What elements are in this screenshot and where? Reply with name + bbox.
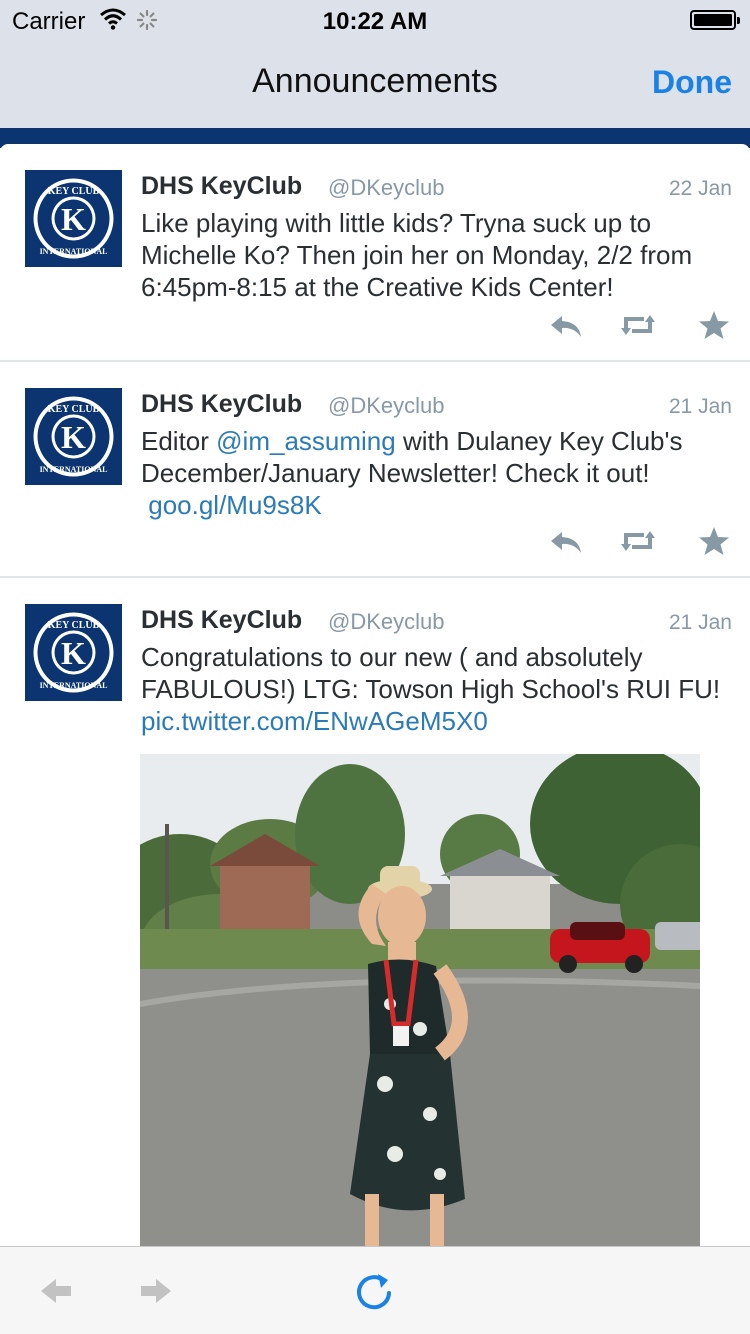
mention-link[interactable]: @im_assuming (216, 426, 396, 456)
reply-icon[interactable] (548, 310, 584, 340)
photo-link[interactable]: pic.twitter.com/ENwAGeM5X0 (141, 706, 488, 736)
retweet-icon[interactable] (620, 526, 656, 556)
svg-text:K: K (61, 201, 86, 237)
tweet-date: 21 Jan (668, 395, 732, 418)
svg-text:K: K (61, 419, 86, 455)
tweet-author-name[interactable]: DHS KeyClub (141, 172, 302, 201)
svg-text:INTERNATIONAL: INTERNATIONAL (40, 247, 108, 256)
forward-arrow-icon[interactable] (136, 1271, 176, 1311)
svg-text:INTERNATIONAL: INTERNATIONAL (40, 465, 108, 474)
tweet-actions (548, 526, 733, 556)
star-icon[interactable] (696, 310, 732, 340)
svg-text:K: K (61, 635, 86, 671)
avatar[interactable]: K KEY CLUB INTERNATIONAL (25, 604, 122, 701)
tweet-author-name[interactable]: DHS KeyClub (141, 606, 302, 635)
tweet-actions (548, 310, 733, 340)
tweet-timeline[interactable]: K KEY CLUB INTERNATIONAL DHS KeyClub @DK… (0, 144, 750, 1246)
battery-icon (690, 10, 740, 30)
done-button[interactable]: Done (652, 64, 732, 101)
tweet-author-handle: @DKeyclub (328, 609, 445, 634)
tweet-date: 21 Jan (668, 611, 732, 634)
reply-icon[interactable] (548, 526, 584, 556)
reload-icon[interactable] (354, 1271, 394, 1311)
tweet-author-name[interactable]: DHS KeyClub (141, 390, 302, 419)
tweet-text: Congratulations to our new ( and absolut… (141, 641, 731, 737)
tweet-photo[interactable] (140, 754, 700, 1246)
tweet-author-handle: @DKeyclub (328, 393, 445, 418)
tweet-text: Like playing with little kids? Tryna suc… (141, 208, 693, 302)
tweet-text: Editor @im_assuming with Dulaney Key Clu… (141, 425, 731, 521)
tweet-item[interactable]: K KEY CLUB INTERNATIONAL DHS KeyClub @DK… (0, 362, 750, 578)
svg-text:INTERNATIONAL: INTERNATIONAL (40, 681, 108, 690)
clock: 10:22 AM (322, 8, 428, 35)
tweet-text-part: Congratulations to our new ( and absolut… (141, 642, 721, 704)
star-icon[interactable] (696, 526, 732, 556)
tweet-text-part: Editor (141, 426, 217, 456)
retweet-icon[interactable] (620, 310, 656, 340)
status-bar: Carrier 10:22 AM (0, 0, 750, 40)
bottom-toolbar (0, 1246, 750, 1334)
svg-text:KEY CLUB: KEY CLUB (48, 620, 100, 631)
url-link[interactable]: goo.gl/Mu9s8K (148, 490, 321, 520)
avatar[interactable]: K KEY CLUB INTERNATIONAL (25, 388, 122, 485)
back-arrow-icon[interactable] (36, 1271, 76, 1311)
tweet-item[interactable]: K KEY CLUB INTERNATIONAL DHS KeyClub @DK… (0, 144, 750, 362)
tweet-author-handle: @DKeyclub (328, 175, 445, 200)
tweet-date: 22 Jan (668, 177, 732, 200)
page-title: Announcements (252, 62, 498, 100)
svg-text:KEY CLUB: KEY CLUB (48, 186, 100, 197)
svg-text:KEY CLUB: KEY CLUB (48, 404, 100, 415)
navigation-bar: Announcements Done (0, 40, 750, 128)
avatar[interactable]: K KEY CLUB INTERNATIONAL (25, 170, 122, 267)
